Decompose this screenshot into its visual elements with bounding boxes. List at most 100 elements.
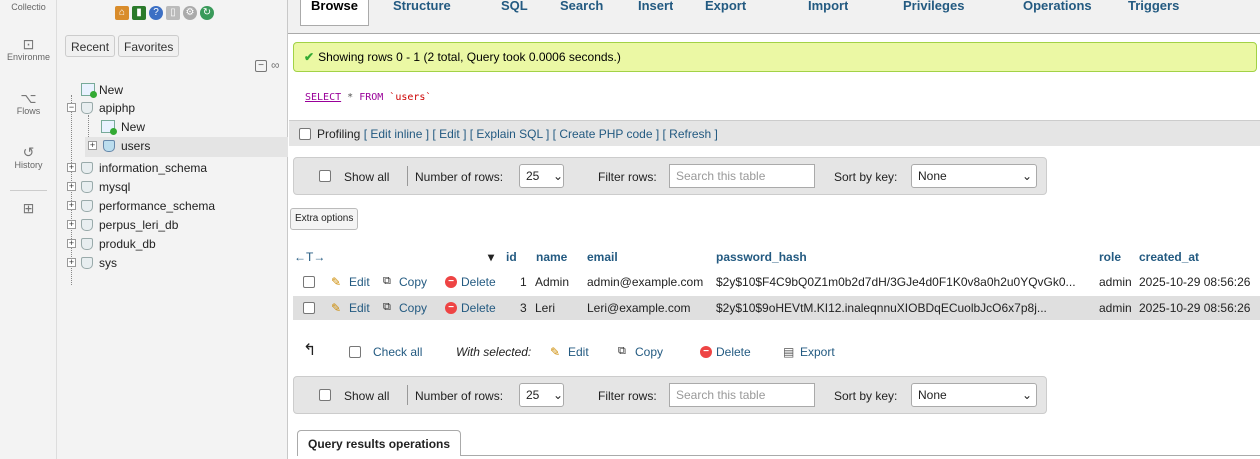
tab-browse[interactable]: Browse [300,0,369,26]
profiling-label: Profiling [317,127,361,141]
table-row: ✎ Edit ⧉ Copy − Delete 3 Leri Leri@examp… [293,296,1260,320]
bulk-copy-button[interactable]: Copy [635,345,663,359]
th-id[interactable]: id [506,250,517,264]
expand-icon[interactable]: + [67,182,76,191]
th-name[interactable]: name [536,250,567,264]
query-links[interactable]: [ Edit inline ] [ Edit ] [ Explain SQL ]… [364,127,718,141]
filter-input[interactable]: Search this table [669,383,815,407]
cell-name: Leri [535,301,556,315]
database-icon [81,162,93,174]
home-icon[interactable]: ⌂ [115,6,129,20]
column-arrows[interactable]: ←T→ [294,250,325,264]
expand-icon[interactable]: + [67,258,76,267]
filter-input[interactable]: Search this table [669,164,815,188]
edit-link[interactable]: Edit [349,275,370,289]
tree-label: New [99,83,124,97]
show-all-checkbox[interactable] [319,170,331,182]
collapse-icon[interactable]: − [67,103,76,112]
tab-import[interactable]: Import [808,0,848,16]
environment-icon: ⊡ [22,36,35,52]
navigation-bar-bottom: Show all Number of rows: 25 ⌄ Filter rows… [293,376,1047,414]
delete-link[interactable]: Delete [461,275,496,289]
cell-role: admin [1099,301,1132,315]
cell-id: 3 [520,301,527,315]
check-all-label[interactable]: Check all [373,345,422,359]
database-icon [81,181,93,193]
cell-created-at: 2025-10-29 08:56:26 [1139,275,1251,289]
sort-select[interactable]: None ⌄ [911,164,1037,188]
bulk-edit-button[interactable]: Edit [568,345,589,359]
sort-dropdown-icon[interactable]: ▾ [488,250,494,264]
database-icon [81,102,93,114]
rail-history[interactable]: ↺ History [0,144,57,170]
expand-icon[interactable]: + [67,239,76,248]
docs-icon[interactable]: ▯ [166,6,180,20]
sort-select[interactable]: None ⌄ [911,383,1037,407]
tree-item-performance-schema[interactable]: + performance_schema [57,197,288,217]
cell-password-hash: $2y$10$9oHEVtM.KI12.inaleqnnuXIOBDqECuol… [716,301,1047,315]
bulk-delete-button[interactable]: Delete [716,345,751,359]
collapse-all-icon[interactable]: − [255,60,267,72]
profiling-checkbox[interactable] [299,128,311,140]
tree-item-apiphp[interactable]: − apiphp [57,99,288,119]
settings-icon[interactable]: ⚙ [183,6,197,20]
database-icon [81,219,93,231]
tree-item-new[interactable]: New [57,81,288,101]
link-with-main-icon[interactable]: ∞ [271,58,280,72]
bulk-export-button[interactable]: Export [800,345,835,359]
tree-item-information-schema[interactable]: + information_schema [57,159,288,179]
tab-privileges[interactable]: Privileges [903,0,964,16]
th-email[interactable]: email [587,250,618,264]
tab-insert[interactable]: Insert [638,0,673,16]
tab-triggers[interactable]: Triggers [1128,0,1179,16]
edit-link[interactable]: Edit [349,301,370,315]
expand-icon[interactable]: + [67,220,76,229]
filter-label: Filter rows: [598,170,657,184]
rows-select[interactable]: 25 ⌄ [519,164,564,188]
rows-value: 25 [526,388,540,402]
tab-favorites[interactable]: Favorites [118,35,180,57]
th-password-hash[interactable]: password_hash [716,250,807,264]
row-checkbox[interactable] [303,302,315,314]
sort-label: Sort by key: [834,170,898,184]
copy-link[interactable]: Copy [399,301,427,315]
extra-options-button[interactable]: Extra options [290,208,359,230]
reload-icon[interactable]: ↻ [200,6,214,20]
pencil-icon: ✎ [331,301,342,315]
tree-item-mysql[interactable]: + mysql [57,178,288,198]
tab-export[interactable]: Export [705,0,746,16]
th-role[interactable]: role [1099,250,1121,264]
th-created-at[interactable]: created_at [1139,250,1199,264]
sql-table: `users` [389,92,432,103]
rows-select[interactable]: 25 ⌄ [519,383,564,407]
tab-structure[interactable]: Structure [393,0,451,16]
rail-add[interactable]: ⊞ [0,200,57,216]
tree-label: perpus_leri_db [99,218,179,232]
arrow-up-left-icon: ↰ [303,342,317,359]
delete-link[interactable]: Delete [461,301,496,315]
expand-icon[interactable]: + [67,163,76,172]
rail-environments[interactable]: ⊡ Environme [0,36,57,62]
tree-item-new-table[interactable]: New [57,118,288,138]
tab-search[interactable]: Search [560,0,603,16]
show-all-checkbox[interactable] [319,389,331,401]
tab-operations[interactable]: Operations [1023,0,1092,16]
tree-label: performance_schema [99,199,216,213]
tree-item-sys[interactable]: + sys [57,254,288,274]
tree-item-perpus-leri-db[interactable]: + perpus_leri_db [57,216,288,236]
expand-icon[interactable]: + [88,141,97,150]
help-icon[interactable]: ? [149,6,163,20]
tree-item-users[interactable]: + users [85,137,288,157]
rail-flows[interactable]: ⌥ Flows [0,90,57,116]
tree-item-produk-db[interactable]: + produk_db [57,235,288,255]
check-all-checkbox[interactable] [349,346,361,358]
logout-icon[interactable]: ▮ [132,6,146,20]
sql-select[interactable]: SELECT [305,92,341,103]
copy-link[interactable]: Copy [399,275,427,289]
row-checkbox[interactable] [303,276,315,288]
tab-sql[interactable]: SQL [501,0,528,16]
tab-recent[interactable]: Recent [65,35,116,57]
expand-icon[interactable]: + [67,201,76,210]
rail-collections[interactable]: Collectio [0,2,57,12]
table-row: ✎ Edit ⧉ Copy − Delete 1 Admin admin@exa… [293,270,1260,294]
